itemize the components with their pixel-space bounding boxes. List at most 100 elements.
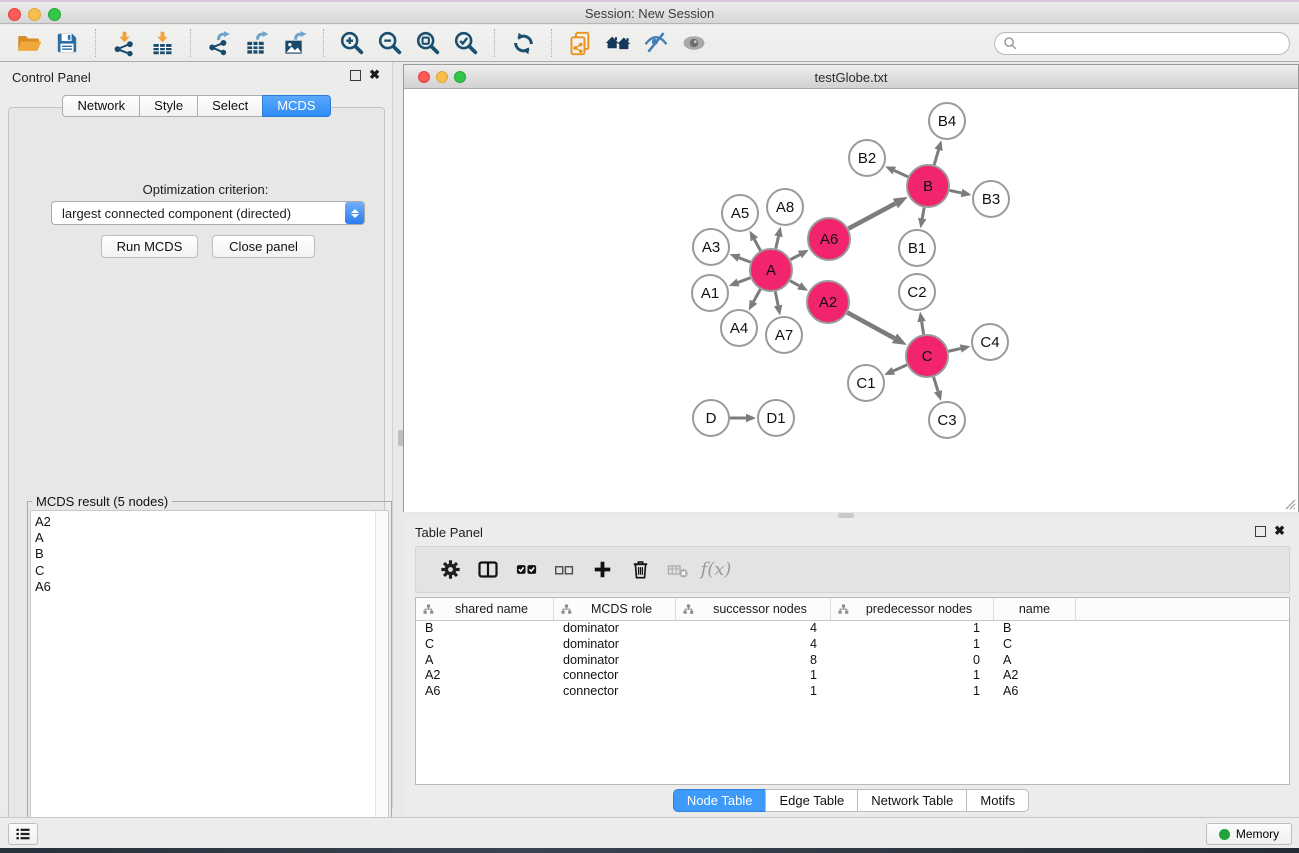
memory-button[interactable]: Memory bbox=[1206, 823, 1292, 845]
graph-node-B3[interactable]: B3 bbox=[973, 181, 1009, 217]
result-scrollbar[interactable] bbox=[375, 511, 388, 841]
graph-node-C4[interactable]: C4 bbox=[972, 324, 1008, 360]
graph-node-B4[interactable]: B4 bbox=[929, 103, 965, 139]
close-panel-icon[interactable]: ✖ bbox=[369, 67, 380, 82]
graph-edge-A-A6[interactable] bbox=[790, 250, 808, 260]
column-header-MCDS-role[interactable]: MCDS role bbox=[554, 598, 676, 620]
select-all-button[interactable] bbox=[507, 552, 545, 588]
graph-node-D1[interactable]: D1 bbox=[758, 400, 794, 436]
graph-node-B[interactable]: B bbox=[907, 165, 949, 207]
deselect-all-button[interactable] bbox=[545, 552, 583, 588]
graph-node-C2[interactable]: C2 bbox=[899, 274, 935, 310]
criterion-select[interactable]: largest connected component (directed) bbox=[51, 201, 365, 225]
graph-edge-A2-C[interactable] bbox=[847, 313, 906, 345]
zoom-out-button[interactable] bbox=[371, 27, 409, 59]
graph-edge-C-C1[interactable] bbox=[884, 365, 907, 375]
clone-network-button[interactable] bbox=[561, 27, 599, 59]
tab-node-table[interactable]: Node Table bbox=[673, 789, 767, 812]
network-graph[interactable]: AA2A6BCA1A3A4A5A7A8B1B2B3B4C1C2C3C4DD1 bbox=[404, 89, 1298, 512]
mcds-result-item[interactable]: C bbox=[31, 563, 388, 579]
graph-node-A8[interactable]: A8 bbox=[767, 189, 803, 225]
refresh-button[interactable] bbox=[504, 27, 542, 59]
table-settings-button[interactable] bbox=[431, 552, 469, 588]
resize-grip-icon[interactable] bbox=[1282, 496, 1296, 510]
zoom-fit-button[interactable] bbox=[409, 27, 447, 59]
function-builder-button[interactable]: f(x) bbox=[697, 552, 735, 588]
graph-node-A2[interactable]: A2 bbox=[807, 281, 849, 323]
graph-edge-A-A4[interactable] bbox=[749, 289, 761, 310]
show-details-button[interactable] bbox=[675, 27, 713, 59]
create-column-button[interactable] bbox=[583, 552, 621, 588]
float-table-panel-icon[interactable] bbox=[1255, 526, 1266, 537]
delete-table-button[interactable] bbox=[659, 552, 697, 588]
table-row[interactable]: Adominator80A bbox=[416, 653, 1289, 669]
tab-network[interactable]: Network bbox=[62, 95, 140, 117]
graph-edge-D-D1[interactable] bbox=[730, 414, 756, 423]
column-header-shared-name[interactable]: shared name bbox=[416, 598, 554, 620]
graph-node-A3[interactable]: A3 bbox=[693, 229, 729, 265]
column-header-successor-nodes[interactable]: successor nodes bbox=[676, 598, 831, 620]
table-row[interactable]: Bdominator41B bbox=[416, 621, 1289, 637]
zoom-selected-button[interactable] bbox=[447, 27, 485, 59]
graph-edge-A-A1[interactable] bbox=[729, 278, 751, 287]
export-network-button[interactable] bbox=[200, 27, 238, 59]
delete-column-button[interactable] bbox=[621, 552, 659, 588]
mcds-result-item[interactable]: A6 bbox=[31, 579, 388, 595]
graph-node-D[interactable]: D bbox=[693, 400, 729, 436]
graph-edge-C-C3[interactable] bbox=[934, 377, 943, 401]
graph-edge-B-B2[interactable] bbox=[885, 166, 908, 176]
column-header-name[interactable]: name bbox=[994, 598, 1076, 620]
table-row[interactable]: A2connector11A2 bbox=[416, 668, 1289, 684]
tab-edge-table[interactable]: Edge Table bbox=[765, 789, 858, 812]
show-columns-button[interactable] bbox=[469, 552, 507, 588]
tab-network-table[interactable]: Network Table bbox=[857, 789, 967, 812]
tab-motifs[interactable]: Motifs bbox=[966, 789, 1029, 812]
open-session-button[interactable] bbox=[10, 27, 48, 59]
task-history-button[interactable] bbox=[8, 823, 38, 845]
tab-select[interactable]: Select bbox=[197, 95, 263, 117]
hide-details-button[interactable] bbox=[637, 27, 675, 59]
graph-edge-B-B4[interactable] bbox=[934, 140, 942, 165]
mcds-result-item[interactable]: A2 bbox=[31, 514, 388, 530]
graph-node-A7[interactable]: A7 bbox=[766, 317, 802, 353]
graph-edge-A6-B[interactable] bbox=[848, 197, 907, 229]
graph-edge-A-A8[interactable] bbox=[774, 227, 782, 249]
graph-edge-A-A5[interactable] bbox=[750, 231, 761, 251]
graph-node-A6[interactable]: A6 bbox=[808, 218, 850, 260]
graph-edge-C-C2[interactable] bbox=[917, 312, 925, 335]
graph-node-A1[interactable]: A1 bbox=[692, 275, 728, 311]
table-row[interactable]: Cdominator41C bbox=[416, 637, 1289, 653]
graph-edge-A-A3[interactable] bbox=[730, 254, 751, 262]
graph-edge-B-B3[interactable] bbox=[950, 189, 972, 197]
graph-node-C3[interactable]: C3 bbox=[929, 402, 965, 438]
graph-edge-A-A2[interactable] bbox=[790, 281, 808, 291]
import-network-button[interactable] bbox=[105, 27, 143, 59]
search-input[interactable] bbox=[1023, 36, 1281, 51]
export-image-button[interactable] bbox=[276, 27, 314, 59]
table-row[interactable]: A6connector11A6 bbox=[416, 684, 1289, 700]
graph-node-A[interactable]: A bbox=[750, 249, 792, 291]
graph-node-B2[interactable]: B2 bbox=[849, 140, 885, 176]
import-table-button[interactable] bbox=[143, 27, 181, 59]
zoom-in-button[interactable] bbox=[333, 27, 371, 59]
close-table-panel-icon[interactable]: ✖ bbox=[1274, 523, 1285, 538]
graph-node-A4[interactable]: A4 bbox=[721, 310, 757, 346]
graph-node-A5[interactable]: A5 bbox=[722, 195, 758, 231]
tab-style[interactable]: Style bbox=[139, 95, 198, 117]
mcds-result-item[interactable]: A bbox=[31, 530, 388, 546]
export-table-button[interactable] bbox=[238, 27, 276, 59]
graph-node-C[interactable]: C bbox=[906, 335, 948, 377]
graph-edge-C-C4[interactable] bbox=[948, 344, 970, 352]
save-session-button[interactable] bbox=[48, 27, 86, 59]
graph-edge-A-A7[interactable] bbox=[774, 292, 782, 316]
graph-node-C1[interactable]: C1 bbox=[848, 365, 884, 401]
graph-edge-B-B1[interactable] bbox=[918, 208, 926, 229]
mcds-result-item[interactable]: B bbox=[31, 546, 388, 562]
close-panel-button[interactable]: Close panel bbox=[212, 235, 315, 258]
tab-mcds[interactable]: MCDS bbox=[262, 95, 330, 117]
column-header-predecessor-nodes[interactable]: predecessor nodes bbox=[831, 598, 994, 620]
network-canvas[interactable]: AA2A6BCA1A3A4A5A7A8B1B2B3B4C1C2C3C4DD1 bbox=[404, 89, 1298, 512]
home-button[interactable] bbox=[599, 27, 637, 59]
run-mcds-button[interactable]: Run MCDS bbox=[101, 235, 198, 258]
float-panel-icon[interactable] bbox=[350, 70, 361, 81]
